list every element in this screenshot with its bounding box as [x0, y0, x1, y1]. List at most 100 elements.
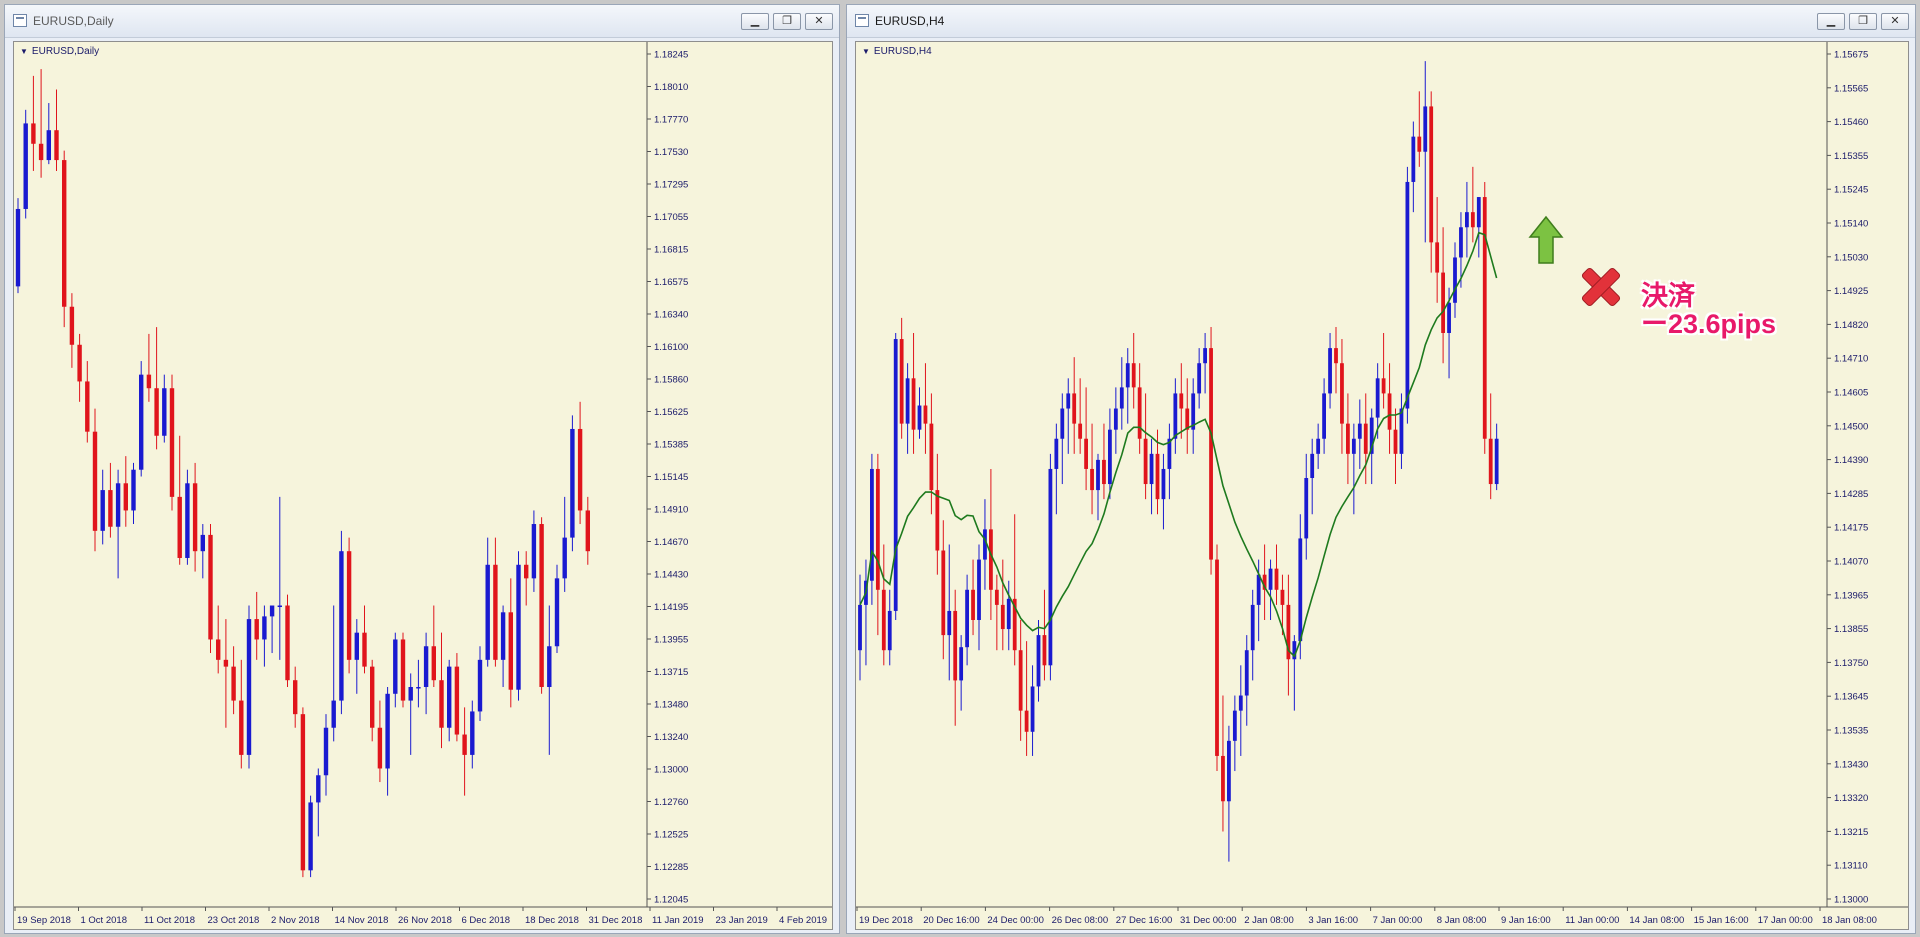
window-title: EURUSD,H4: [875, 14, 945, 28]
price-tick-label: 1.14070: [1834, 557, 1868, 568]
candle-body: [185, 483, 190, 558]
time-tick-label: 8 Jan 08:00: [1437, 915, 1487, 926]
daily-chart-window[interactable]: EURUSD,Daily ▁ ❐ ✕ ▼ EURUSD,Daily 1.18245…: [4, 4, 840, 934]
title-bar[interactable]: EURUSD,Daily ▁ ❐ ✕: [5, 5, 839, 38]
dropdown-triangle-icon[interactable]: ▼: [20, 47, 28, 56]
candle-body: [139, 374, 144, 470]
candle-body: [1018, 650, 1023, 711]
candle-body: [1048, 468, 1053, 666]
candle-body: [1006, 598, 1011, 630]
candle-body: [54, 130, 59, 161]
time-tick-label: 9 Jan 16:00: [1501, 915, 1551, 926]
price-tick-label: 1.12045: [654, 895, 688, 906]
candle-body: [1459, 227, 1463, 258]
price-tick-label: 1.13855: [1834, 624, 1868, 635]
candle-body: [177, 496, 182, 558]
candle-body: [1221, 755, 1225, 802]
candle-body: [262, 616, 267, 640]
price-tick-label: 1.13110: [1834, 861, 1868, 872]
candle-body: [1363, 423, 1368, 454]
h4-candlestick-chart[interactable]: 1.15675 1.15565 1.15460 1.15355 1.15245 1.151…: [856, 42, 1908, 929]
candle-body: [1155, 453, 1160, 500]
candle-body: [1072, 393, 1077, 424]
time-tick-label: 18 Jan 08:00: [1822, 915, 1877, 926]
candle-body: [246, 619, 252, 755]
restore-button[interactable]: ❐: [1849, 13, 1877, 30]
price-tick-label: 1.15385: [654, 440, 688, 451]
price-tick-label: 1.15355: [1834, 151, 1868, 162]
price-tick-label: 1.13215: [1834, 827, 1868, 838]
candle-body: [929, 423, 934, 491]
candle-body: [585, 510, 590, 552]
h4-chart-window[interactable]: EURUSD,H4 ▁ ❐ ✕ ▼ EURUSD,H4 1.15675 1.1556…: [846, 4, 1916, 934]
candle-body: [1000, 604, 1005, 630]
candle-body: [1090, 468, 1094, 491]
candle-body: [162, 388, 167, 436]
close-icon: ✕: [1890, 15, 1900, 27]
candle-body: [1125, 363, 1130, 388]
price-tick-label: 1.14175: [1834, 523, 1868, 534]
candle-body: [293, 680, 298, 715]
candle-body: [516, 564, 521, 690]
candle-body: [1131, 363, 1136, 388]
price-tick-label: 1.13320: [1834, 793, 1868, 804]
price-tick-label: 1.15565: [1834, 83, 1868, 94]
restore-button[interactable]: ❐: [773, 13, 801, 30]
candle-body: [1227, 740, 1231, 802]
candle-body: [1298, 538, 1303, 642]
candle-body: [1203, 348, 1207, 364]
price-tick-label: 1.13240: [654, 732, 688, 743]
candle-body: [423, 646, 429, 687]
time-tick-label: 14 Jan 08:00: [1629, 915, 1684, 926]
candle-body: [858, 604, 862, 651]
candle-body: [539, 524, 544, 687]
title-bar[interactable]: EURUSD,H4 ▁ ❐ ✕: [847, 5, 1915, 38]
dropdown-triangle-icon[interactable]: ▼: [862, 47, 870, 56]
time-tick-label: 2 Nov 2018: [271, 915, 320, 926]
candle-body: [1381, 378, 1386, 394]
candle-body: [115, 483, 121, 527]
candle-body: [1197, 363, 1202, 394]
price-tick-label: 1.13965: [1834, 590, 1868, 601]
minimize-button[interactable]: ▁: [1817, 13, 1845, 30]
candle-body: [31, 123, 36, 144]
chart-window-icon: [13, 14, 27, 27]
daily-candlestick-chart[interactable]: 1.18245 1.18010 1.17770 1.17530 1.17295 1.170…: [14, 42, 832, 929]
price-tick-label: 1.15675: [1834, 50, 1868, 61]
candle-body: [1322, 393, 1326, 439]
price-tick-label: 1.13000: [654, 765, 688, 776]
candle-body: [1310, 453, 1315, 479]
candle-body: [1340, 363, 1344, 424]
candle-body: [62, 160, 67, 307]
chart-area[interactable]: ▼ EURUSD,Daily 1.18245 1.18010 1.17770 1.175…: [13, 41, 833, 930]
minimize-icon: ▁: [750, 15, 760, 27]
candle-body: [223, 659, 229, 667]
price-tick-label: 1.15460: [1834, 117, 1868, 128]
candle-body: [85, 381, 90, 432]
candle-body: [1179, 393, 1184, 409]
close-button[interactable]: ✕: [1881, 13, 1909, 30]
candle-body: [994, 589, 999, 605]
time-tick-label: 3 Jan 16:00: [1308, 915, 1358, 926]
candle-body: [108, 490, 113, 527]
restore-icon: ❐: [1858, 15, 1868, 27]
candle-body: [1488, 438, 1493, 485]
candle-body: [953, 610, 958, 681]
candle-body: [447, 666, 452, 728]
price-tick-label: 1.15030: [1834, 252, 1868, 263]
candle-body: [362, 632, 367, 667]
close-button[interactable]: ✕: [805, 13, 833, 30]
candle-body: [917, 405, 922, 430]
minimize-icon: ▁: [1826, 15, 1836, 27]
candle-body: [1054, 438, 1059, 469]
minimize-button[interactable]: ▁: [741, 13, 769, 30]
symbol-label: EURUSD,Daily: [31, 46, 100, 57]
price-tick-label: 1.16575: [654, 277, 688, 288]
chart-area[interactable]: ▼ EURUSD,H4 1.15675 1.15565 1.15460 1.15355 1…: [855, 41, 1909, 930]
price-tick-label: 1.14430: [654, 570, 688, 581]
candle-body: [316, 775, 321, 803]
time-tick-label: 27 Dec 16:00: [1116, 915, 1173, 926]
symbol-label-wrap: ▼ EURUSD,Daily: [20, 46, 99, 57]
time-tick-label: 31 Dec 00:00: [1180, 915, 1237, 926]
price-tick-label: 1.12285: [654, 862, 688, 873]
